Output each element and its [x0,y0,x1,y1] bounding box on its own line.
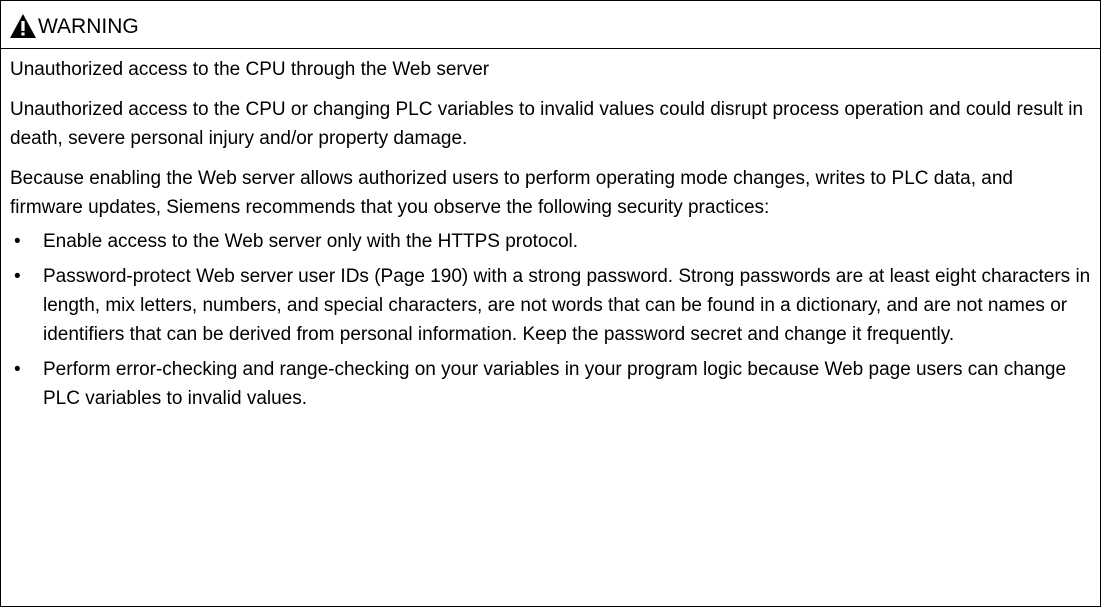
bullet-icon: • [14,359,21,380]
list-item-text: Enable access to the Web server only wit… [43,231,579,252]
warning-notice: WARNING Unauthorized access to the CPU t… [0,0,1101,607]
warning-body: Unauthorized access to the CPU through t… [1,58,1100,413]
warning-header: WARNING [1,1,1100,49]
warning-title: WARNING [38,14,139,38]
recommendation-paragraph: Because enabling the Web server allows a… [10,168,1013,218]
list-item: • Password-protect Web server user IDs (… [10,262,1091,349]
list-item-text: Password-protect Web server user IDs (Pa… [43,266,1091,345]
warning-triangle-icon [10,13,36,38]
list-item: • Perform error-checking and range-check… [10,355,1091,413]
bullet-icon: • [14,231,21,252]
security-practices-list: • Enable access to the Web server only w… [10,227,1091,413]
bullet-icon: • [14,266,21,287]
hazard-paragraph: Unauthorized access to the CPU or changi… [10,99,1084,149]
list-item: • Enable access to the Web server only w… [10,227,1091,256]
list-item-text: Perform error-checking and range-checkin… [43,359,1067,409]
warning-subtitle: Unauthorized access to the CPU through t… [10,59,490,80]
